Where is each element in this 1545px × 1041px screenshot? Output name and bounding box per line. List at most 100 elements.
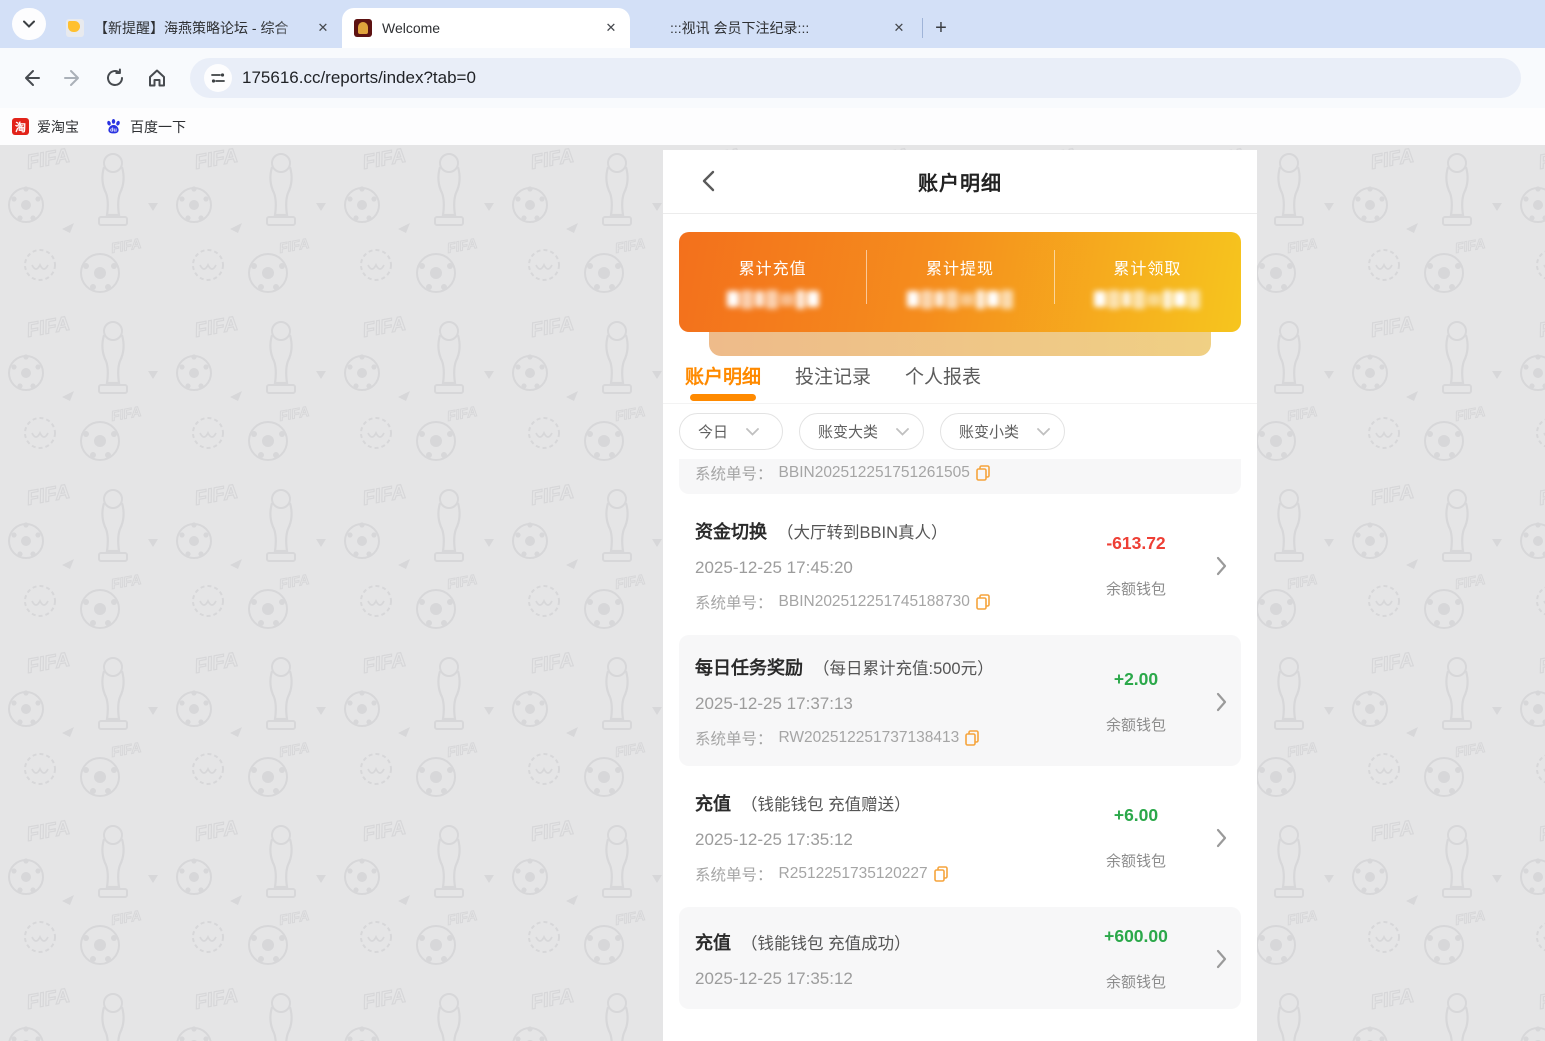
welcome-favicon-icon: [354, 19, 372, 37]
bookmark-label: 百度一下: [130, 117, 186, 137]
reload-button[interactable]: [94, 57, 136, 99]
transaction-row[interactable]: 充值 （钱能钱包 充值成功） 2025-12-25 17:35:12 +600.…: [679, 907, 1241, 1009]
transaction-type: 资金切换: [695, 518, 767, 544]
bookmark-label: 爱淘宝: [37, 117, 79, 137]
globe-favicon-icon: [642, 19, 660, 37]
order-label: 系统单号：: [695, 591, 773, 613]
transaction-row-partial[interactable]: 系统单号： BBIN202512251751261505: [679, 459, 1241, 494]
transaction-amount: +600.00: [1104, 926, 1168, 947]
stat-label: 累计提现: [926, 255, 994, 279]
svg-text:du: du: [110, 127, 117, 133]
tab-divider: [922, 18, 923, 38]
transaction-type: 充值: [695, 929, 731, 955]
transaction-note: （钱能钱包 充值成功）: [741, 930, 911, 954]
transaction-row[interactable]: 资金切换 （大厅转到BBIN真人） 2025-12-25 17:45:20 系统…: [679, 499, 1241, 630]
chevron-right-icon[interactable]: [1201, 828, 1227, 848]
transaction-type: 充值: [695, 790, 731, 816]
transaction-type: 每日任务奖励: [695, 654, 803, 680]
browser-tab-welcome[interactable]: Welcome ✕: [342, 8, 630, 48]
order-number: BBIN202512251751261505: [779, 464, 970, 482]
tab-title: :::视讯 会员下注纪录:::: [670, 18, 884, 38]
tab-account-detail[interactable]: 账户明细: [685, 362, 761, 403]
chevron-right-icon[interactable]: [1201, 692, 1227, 712]
taobao-icon: 淘: [12, 118, 29, 135]
masked-value: [727, 289, 819, 309]
bookmark-aitaobao[interactable]: 淘 爱淘宝: [12, 117, 79, 137]
chevron-down-icon: [23, 20, 35, 28]
stat-total-deposit: 累计充值: [679, 232, 866, 332]
browser-toolbar: 175616.cc/reports/index?tab=0: [0, 48, 1545, 108]
stats-section: 累计充值 累计提现 累计领取: [663, 214, 1257, 346]
transaction-list: 系统单号： BBIN202512251751261505 资金切换 （大厅转到B…: [663, 459, 1257, 1041]
chevron-down-icon: [896, 428, 909, 436]
stat-total-claimed: 累计领取: [1054, 232, 1241, 332]
transaction-time: 2025-12-25 17:35:12: [695, 969, 1071, 989]
page-title: 账户明细: [918, 167, 1002, 196]
bookmarks-bar: 淘 爱淘宝 du 百度一下: [0, 108, 1545, 145]
bookmark-baidu[interactable]: du 百度一下: [105, 117, 186, 137]
chevron-right-icon[interactable]: [1201, 949, 1227, 969]
transaction-time: 2025-12-25 17:37:13: [695, 694, 1071, 714]
transaction-time: 2025-12-25 17:45:20: [695, 558, 1071, 578]
filter-change-subcategory[interactable]: 账变小类: [940, 413, 1065, 450]
copy-icon[interactable]: [934, 866, 948, 882]
forward-button[interactable]: [52, 57, 94, 99]
filter-bar: 今日 账变大类 账变小类: [663, 404, 1257, 459]
forward-arrow-icon: [62, 67, 84, 89]
order-number: RW202512251737138413: [779, 729, 960, 747]
close-icon[interactable]: ✕: [314, 19, 332, 37]
site-settings-icon[interactable]: [204, 64, 232, 92]
chevron-right-icon[interactable]: [1201, 556, 1227, 576]
stats-card: 累计充值 累计提现 累计领取: [679, 232, 1241, 332]
browser-tab-forum[interactable]: 【新提醒】海燕策略论坛 - 综合 ✕: [54, 8, 342, 48]
reload-icon: [104, 67, 126, 89]
tab-title: Welcome: [382, 20, 596, 36]
page-viewport: FIFA FIFA 账户明细: [0, 145, 1545, 1041]
address-bar[interactable]: 175616.cc/reports/index?tab=0: [190, 58, 1521, 98]
back-chevron-icon[interactable]: [693, 166, 723, 196]
baidu-paw-icon: du: [105, 118, 122, 135]
back-arrow-icon: [20, 67, 42, 89]
wallet-name: 余额钱包: [1106, 971, 1166, 992]
wallet-name: 余额钱包: [1106, 714, 1166, 735]
copy-icon[interactable]: [965, 730, 979, 746]
chevron-down-icon: [1037, 428, 1050, 436]
order-label: 系统单号：: [695, 462, 773, 484]
close-icon[interactable]: ✕: [602, 19, 620, 37]
order-label: 系统单号：: [695, 727, 773, 749]
filter-change-category[interactable]: 账变大类: [799, 413, 924, 450]
masked-value: [907, 289, 1013, 309]
wallet-name: 余额钱包: [1106, 850, 1166, 871]
transaction-amount: +2.00: [1114, 669, 1158, 690]
tab-betting-records[interactable]: 投注记录: [795, 362, 871, 403]
transaction-note: （大厅转到BBIN真人）: [777, 519, 948, 543]
transaction-amount: +6.00: [1114, 805, 1158, 826]
back-button[interactable]: [10, 57, 52, 99]
order-label: 系统单号：: [695, 863, 773, 885]
tab-personal-report[interactable]: 个人报表: [905, 362, 981, 403]
close-icon[interactable]: ✕: [890, 19, 908, 37]
url-text[interactable]: 175616.cc/reports/index?tab=0: [242, 68, 476, 88]
new-tab-button[interactable]: +: [927, 14, 955, 42]
copy-icon[interactable]: [976, 465, 990, 481]
copy-icon[interactable]: [976, 594, 990, 610]
transaction-note: （钱能钱包 充值赠送）: [741, 791, 911, 815]
filter-date-range[interactable]: 今日: [679, 413, 783, 450]
transaction-amount: -613.72: [1106, 533, 1165, 554]
tab-search-button[interactable]: [12, 8, 46, 40]
wallet-name: 余额钱包: [1106, 578, 1166, 599]
page-header: 账户明细: [663, 150, 1257, 214]
stat-total-withdrawal: 累计提现: [866, 232, 1053, 332]
home-icon: [146, 67, 168, 89]
chevron-down-icon: [746, 428, 759, 436]
browser-tab-betting-records[interactable]: :::视讯 会员下注纪录::: ✕: [630, 8, 918, 48]
order-number: R2512251735120227: [779, 865, 928, 883]
account-detail-panel: 账户明细 累计充值 累计提现 累计领取 账户明细 投注记: [663, 150, 1257, 1041]
transaction-row[interactable]: 每日任务奖励 （每日累计充值:500元） 2025-12-25 17:37:13…: [679, 635, 1241, 766]
transaction-note: （每日累计充值:500元）: [813, 655, 994, 679]
browser-tab-strip: 【新提醒】海燕策略论坛 - 综合 ✕ Welcome ✕ :::视讯 会员下注纪…: [0, 0, 1545, 48]
tab-title: 【新提醒】海燕策略论坛 - 综合: [94, 18, 308, 38]
home-button[interactable]: [136, 57, 178, 99]
order-number: BBIN202512251745188730: [779, 593, 970, 611]
transaction-row[interactable]: 充值 （钱能钱包 充值赠送） 2025-12-25 17:35:12 系统单号：…: [679, 771, 1241, 902]
